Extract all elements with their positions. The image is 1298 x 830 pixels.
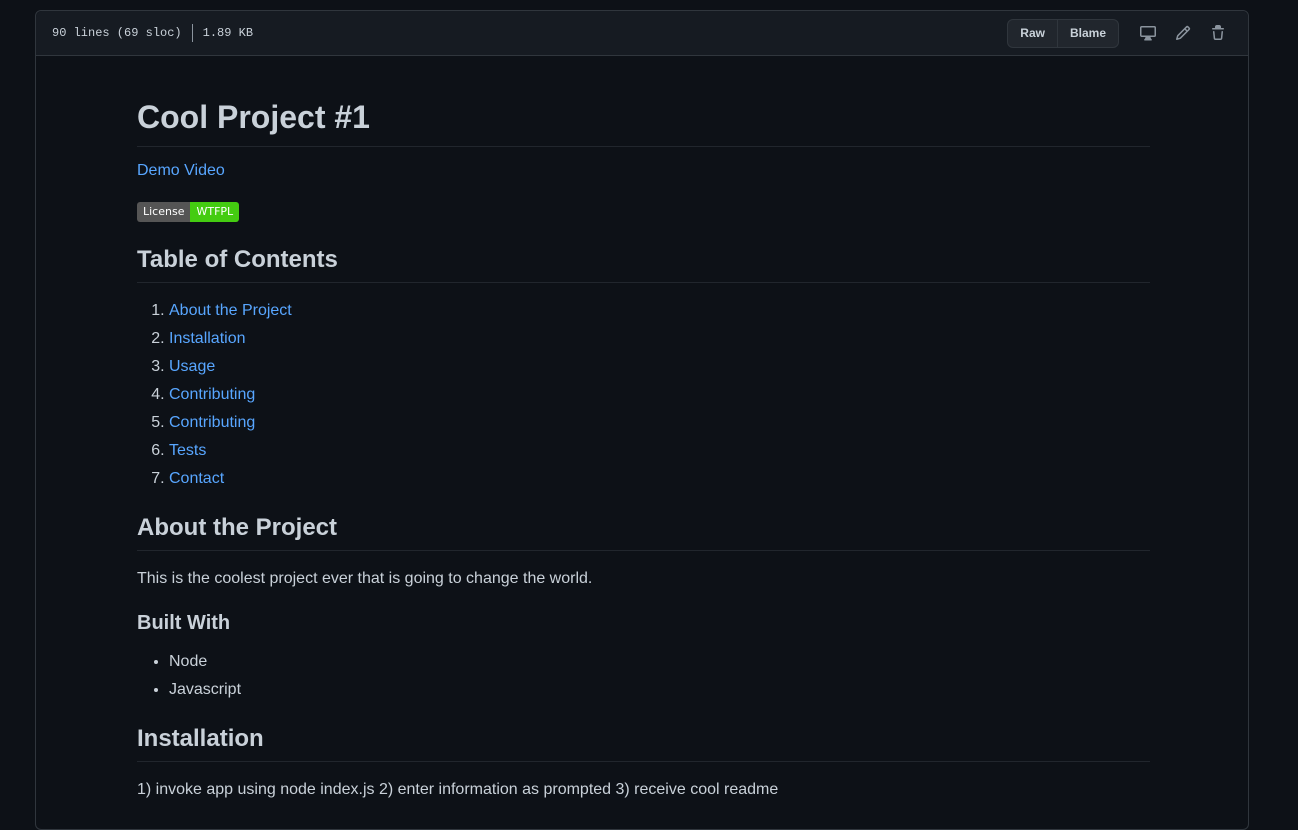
toc-link-contributing-2[interactable]: Contributing [169, 414, 255, 431]
installation-text: 1) invoke app using node index.js 2) ent… [137, 781, 779, 798]
about-text: This is the coolest project ever that is… [137, 570, 593, 587]
list-item: Node [169, 650, 1150, 674]
demo-paragraph: Demo Video [137, 159, 1150, 183]
toc-link-contact[interactable]: Contact [169, 470, 224, 487]
view-button-group: Raw Blame [1007, 18, 1119, 48]
list-item: Javascript [169, 678, 1150, 702]
toc-link-tests[interactable]: Tests [169, 442, 206, 459]
built-with-heading: Built With [137, 612, 231, 634]
toc-heading: Table of Contents [137, 245, 1150, 283]
toc-item: Contributing [169, 411, 1150, 435]
file-header: 90 lines (69 sloc) 1.89 KB Raw Blame [36, 11, 1248, 56]
blame-button[interactable]: Blame [1056, 19, 1118, 47]
trash-icon[interactable] [1204, 19, 1232, 47]
demo-video-link[interactable]: Demo Video [137, 162, 225, 179]
line-count: 90 lines (69 sloc) [52, 26, 182, 40]
badge-paragraph: License WTFPL [137, 199, 1150, 223]
readme-content: Cool Project #1 Demo Video License WTFPL… [137, 57, 1150, 818]
license-badge-value: WTFPL [190, 202, 240, 222]
toc-link-usage[interactable]: Usage [169, 358, 215, 375]
toc-link-about[interactable]: About the Project [169, 302, 292, 319]
toc-item: Tests [169, 439, 1150, 463]
toc-item: About the Project [169, 299, 1150, 323]
toc-item: Usage [169, 355, 1150, 379]
raw-button[interactable]: Raw [1008, 20, 1057, 47]
pencil-icon[interactable] [1169, 19, 1197, 47]
desktop-icon[interactable] [1134, 19, 1162, 47]
license-badge[interactable]: License WTFPL [137, 202, 240, 222]
about-heading: About the Project [137, 513, 1150, 551]
readme-title: Cool Project #1 [137, 97, 1150, 147]
toc-link-contributing[interactable]: Contributing [169, 386, 255, 403]
file-actions: Raw Blame [1007, 18, 1232, 48]
toc-list: About the Project Installation Usage Con… [137, 299, 1150, 491]
built-with-list: Node Javascript [137, 650, 1150, 702]
file-size: 1.89 KB [202, 26, 254, 40]
toc-item: Contact [169, 467, 1150, 491]
file-viewer: 90 lines (69 sloc) 1.89 KB Raw Blame Coo… [35, 10, 1249, 830]
installation-heading: Installation [137, 724, 1150, 762]
license-badge-label: License [137, 202, 191, 222]
file-info: 90 lines (69 sloc) 1.89 KB [52, 24, 253, 42]
toc-item: Installation [169, 327, 1150, 351]
toc-link-installation[interactable]: Installation [169, 330, 246, 347]
toc-item: Contributing [169, 383, 1150, 407]
file-info-divider [191, 24, 193, 42]
